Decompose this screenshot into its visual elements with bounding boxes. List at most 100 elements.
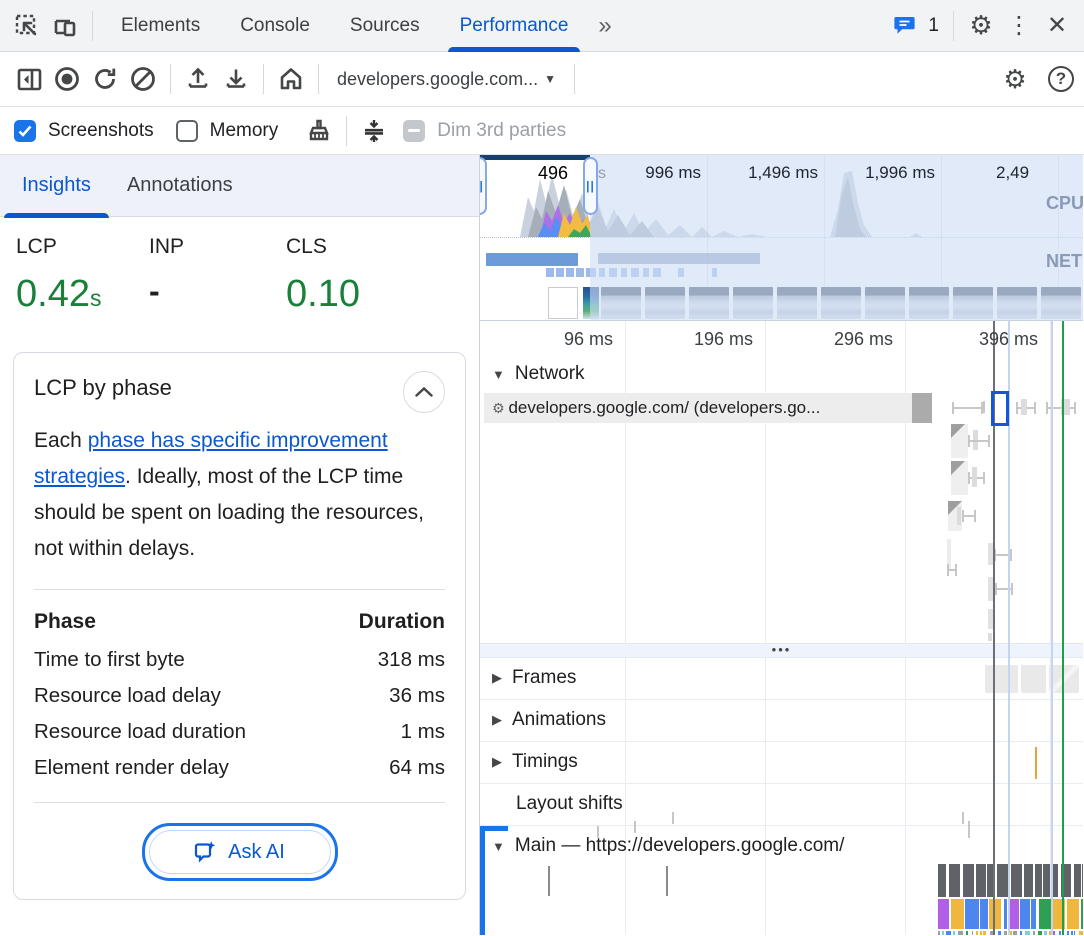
timing-marker[interactable] (1035, 747, 1037, 779)
expand-triangle-icon: ▼ (492, 839, 505, 854)
main-thread-track-header[interactable]: ▼ Main — https://developers.google.com/ (492, 835, 844, 857)
metric-lcp[interactable]: LCP 0.42s (16, 235, 149, 316)
selected-track-indicator (480, 826, 485, 935)
inp-value: - (149, 273, 286, 310)
more-tabs-chevron-icon[interactable]: » (588, 12, 618, 40)
overview-tick: 1,996 ms (839, 163, 935, 183)
lcp-unit: s (90, 285, 102, 311)
task-tick (548, 866, 550, 896)
filmstrip-thumbnail[interactable] (548, 287, 578, 319)
phase-cell: Time to first byte (34, 642, 326, 678)
overview-right-handle[interactable]: || (583, 157, 598, 215)
metric-cls[interactable]: CLS 0.10 (286, 235, 426, 316)
frame-thumbnail[interactable] (985, 665, 1018, 693)
settings-gear-icon[interactable]: ⚙ (962, 7, 1000, 45)
divider (170, 64, 171, 94)
help-icon[interactable]: ? (1048, 66, 1074, 92)
selection-end-time: 496 (480, 163, 568, 184)
phase-cell: Element render delay (34, 750, 326, 786)
issues-message-icon[interactable] (886, 7, 924, 45)
ruler-tick: 96 ms (519, 329, 619, 350)
cls-label: CLS (286, 235, 426, 259)
tab-performance[interactable]: Performance (440, 0, 589, 52)
main-thread-track-label: Main — https://developers.google.com/ (515, 835, 845, 857)
screenshots-checkbox[interactable] (14, 120, 36, 142)
history-url-selector[interactable]: developers.google.com... ▼ (327, 69, 566, 90)
close-devtools-icon[interactable]: ✕ (1038, 7, 1076, 45)
tab-elements[interactable]: Elements (101, 0, 220, 52)
selected-event-outline (991, 391, 1009, 426)
core-web-vitals: LCP 0.42s INP - CLS 0.10 (0, 217, 479, 330)
metric-inp[interactable]: INP - (149, 235, 286, 316)
home-icon[interactable] (272, 60, 310, 98)
divider (34, 589, 445, 590)
toggle-sidebar-icon[interactable] (10, 60, 48, 98)
dim-3rd-parties-label: Dim 3rd parties (437, 120, 566, 142)
tab-insights[interactable]: Insights (4, 155, 109, 217)
divider (574, 64, 575, 94)
card-description: Each phase has specific improvement stra… (34, 423, 445, 567)
lcp-by-phase-card: LCP by phase Each phase has specific imp… (13, 352, 466, 900)
divider (318, 64, 319, 94)
network-request-main-document[interactable]: ⚙ developers.google.com/ (developers.go.… (484, 393, 932, 423)
tab-sources[interactable]: Sources (330, 0, 440, 52)
sidebar-tab-bar: Insights Annotations (0, 155, 479, 217)
phase-duration-table: Phase Duration Time to first byte 318 ms… (34, 604, 445, 786)
collapse-card-button[interactable] (403, 371, 445, 413)
collapsed-triangle-icon: ▶ (492, 754, 502, 770)
phase-cell: Resource load delay (34, 678, 326, 714)
cls-value: 0.10 (286, 273, 426, 316)
expand-triangle-icon: ▼ (492, 367, 505, 382)
clear-icon[interactable] (124, 60, 162, 98)
lcp-label: LCP (16, 235, 149, 259)
url-label: developers.google.com... (337, 69, 538, 90)
issues-count: 1 (928, 15, 939, 37)
frame-thumbnail[interactable] (1049, 665, 1079, 693)
collapsed-triangle-icon: ▶ (492, 670, 502, 686)
frame-thumbnail[interactable] (1021, 665, 1046, 693)
overview-tick: 996 ms (605, 163, 701, 183)
selected-track-indicator (480, 826, 508, 831)
record-icon[interactable] (48, 60, 86, 98)
lcp-value: 0.42 (16, 273, 90, 315)
ruler-tick: 296 ms (799, 329, 899, 350)
inspect-element-icon[interactable] (8, 7, 46, 45)
collapse-tracks-icon[interactable] (355, 112, 393, 150)
overview-left-handle[interactable]: || (480, 157, 487, 215)
timeline-panel: 496 s 996 ms 1,496 ms 1,996 ms 2,49 CPU … (480, 155, 1083, 935)
device-toolbar-icon[interactable] (46, 7, 84, 45)
layout-shifts-track-label: Layout shifts (516, 793, 623, 815)
divider (346, 116, 347, 146)
frames-track-header[interactable]: ▶ Frames (492, 667, 576, 689)
caret-down-icon: ▼ (544, 72, 556, 86)
dcl-marker (1051, 321, 1053, 935)
tab-console[interactable]: Console (220, 0, 330, 52)
request-tail (912, 393, 932, 423)
timings-track-header[interactable]: ▶ Timings (492, 751, 578, 773)
timings-track-label: Timings (512, 751, 578, 773)
duration-cell: 318 ms (326, 642, 445, 678)
ask-ai-button[interactable]: Ask AI (142, 823, 338, 881)
duration-header: Duration (326, 604, 445, 642)
garbage-collect-brush-icon[interactable] (300, 112, 338, 150)
layout-shifts-track-header[interactable]: Layout shifts (516, 793, 623, 815)
timeline-overview[interactable]: 496 s 996 ms 1,496 ms 1,996 ms 2,49 CPU … (480, 155, 1083, 321)
kebab-menu-icon[interactable]: ⋮ (1000, 7, 1038, 45)
animations-track-header[interactable]: ▶ Animations (492, 709, 606, 731)
upload-profile-icon[interactable] (179, 60, 217, 98)
inp-label: INP (149, 235, 286, 259)
card-title: LCP by phase (34, 371, 172, 401)
network-track-header[interactable]: ▼ Network (492, 363, 585, 385)
table-row: Time to first byte 318 ms (34, 642, 445, 678)
flame-chart-view[interactable]: 96 ms 196 ms 296 ms 396 ms ▼ Network ⚙ d… (480, 321, 1083, 935)
tab-annotations[interactable]: Annotations (109, 155, 251, 217)
capture-settings-gear-icon[interactable]: ⚙ (996, 60, 1034, 98)
memory-checkbox[interactable] (176, 120, 198, 142)
download-profile-icon[interactable] (217, 60, 255, 98)
duration-cell: 1 ms (326, 714, 445, 750)
network-track-label: Network (515, 363, 585, 385)
cpu-lane-label: CPU (1046, 193, 1083, 214)
collapsed-triangle-icon: ▶ (492, 712, 502, 728)
record-and-reload-icon[interactable] (86, 60, 124, 98)
body-prefix: Each (34, 429, 88, 452)
